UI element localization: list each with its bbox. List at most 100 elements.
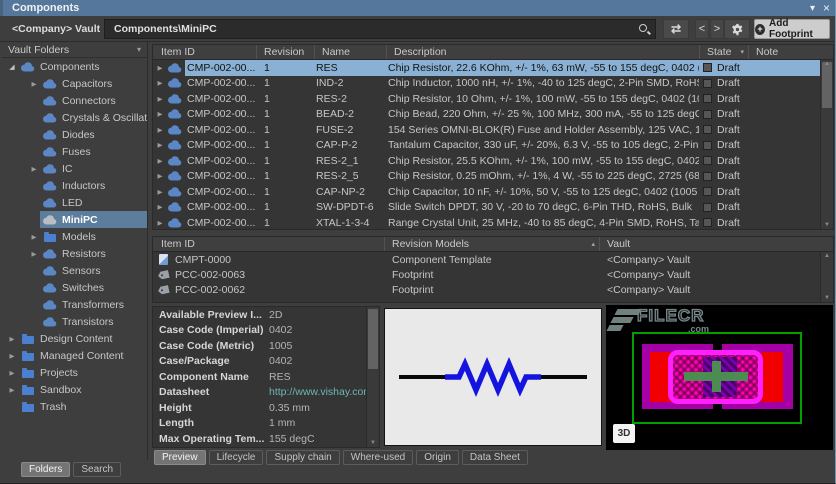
sidebar-item-capacitors[interactable]: ▶Capacitors: [2, 75, 147, 92]
expand-collapsed-icon[interactable]: ▶: [6, 369, 18, 377]
add-footprint-button[interactable]: + Add Footprint: [754, 19, 830, 39]
column-header-note[interactable]: Note: [748, 45, 833, 59]
column-header-description[interactable]: Description: [386, 45, 699, 59]
properties-scrollbar[interactable]: ▼: [366, 307, 379, 447]
scroll-down-icon[interactable]: ▼: [367, 440, 379, 446]
scroll-down-icon[interactable]: ▼: [821, 222, 833, 228]
state-checkbox[interactable]: [703, 125, 712, 134]
components-table-scrollbar[interactable]: ▲ ▼: [820, 60, 833, 229]
sidebar-item-sensors[interactable]: Sensors: [2, 262, 147, 279]
expand-collapsed-icon[interactable]: ▶: [155, 203, 165, 211]
table-row[interactable]: ▶CMP-002-00...1BEAD-2Chip Bead, 220 Ohm,…: [153, 107, 833, 123]
column-header-item-id[interactable]: Item ID: [153, 237, 384, 251]
expand-collapsed-icon[interactable]: ▶: [155, 126, 165, 134]
expand-collapsed-icon[interactable]: ▶: [155, 188, 165, 196]
expand-expanded-icon[interactable]: ◢: [6, 63, 18, 71]
scroll-down-icon[interactable]: ▼: [821, 295, 833, 301]
tab-preview[interactable]: Preview: [154, 450, 206, 465]
state-checkbox[interactable]: [703, 94, 712, 103]
state-checkbox[interactable]: [703, 141, 712, 150]
expand-collapsed-icon[interactable]: ▶: [155, 141, 165, 149]
expand-collapsed-icon[interactable]: ▶: [28, 80, 40, 88]
sidebar-item-ic[interactable]: ▶IC: [2, 160, 147, 177]
sidebar-item-led[interactable]: LED: [2, 194, 147, 211]
state-checkbox[interactable]: [703, 172, 712, 181]
models-table-scrollbar[interactable]: ▲ ▼: [820, 252, 833, 302]
state-checkbox[interactable]: [703, 203, 712, 212]
search-icon[interactable]: [639, 24, 647, 32]
sidebar-item-projects[interactable]: ▶Projects: [2, 364, 147, 381]
table-row[interactable]: ▶CMP-002-00...1RES-2_1Chip Resistor, 25.…: [153, 153, 833, 169]
forward-button[interactable]: >: [710, 19, 724, 39]
datasheet-link[interactable]: http://www.vishay.com,: [269, 386, 375, 398]
tab-where-used[interactable]: Where-used: [343, 450, 413, 465]
sidebar-item-diodes[interactable]: Diodes: [2, 126, 147, 143]
sidebar-item-transistors[interactable]: Transistors: [2, 313, 147, 330]
column-header-item-id[interactable]: Item ID: [153, 45, 256, 59]
tab-lifecycle[interactable]: Lifecycle: [209, 450, 264, 465]
state-checkbox[interactable]: [703, 218, 712, 227]
column-header-state[interactable]: State▾: [699, 45, 748, 59]
sidebar-item-minipc[interactable]: MiniPC: [2, 211, 147, 228]
table-row[interactable]: PCC-002-0062Footprint<Company> Vault: [153, 282, 833, 297]
panel-titlebar[interactable]: Components ▾ ×: [0, 0, 836, 16]
scrollbar-thumb[interactable]: [368, 309, 378, 369]
footprint-preview[interactable]: FILECR .com 3D: [606, 305, 833, 450]
state-checkbox[interactable]: [703, 79, 712, 88]
table-row[interactable]: ▶CMP-002-00...1XTAL-1-3-4Range Crystal U…: [153, 215, 833, 231]
tab-folders[interactable]: Folders: [21, 462, 70, 477]
sidebar-item-sandbox[interactable]: ▶Sandbox: [2, 381, 147, 398]
sidebar-item-connectors[interactable]: Connectors: [2, 92, 147, 109]
vault-folders-header[interactable]: Vault Folders ▾: [2, 42, 147, 58]
tab-origin[interactable]: Origin: [416, 450, 459, 465]
column-header-revision[interactable]: Revision: [256, 45, 314, 59]
scroll-up-icon[interactable]: ▲: [821, 253, 833, 259]
sidebar-item-transformers[interactable]: Transformers: [2, 296, 147, 313]
expand-collapsed-icon[interactable]: ▶: [6, 386, 18, 394]
table-row[interactable]: ▶CMP-002-00...1SW-DPDT-6Slide Switch DPD…: [153, 200, 833, 216]
sidebar-item-components[interactable]: ◢Components: [2, 58, 147, 75]
scroll-up-icon[interactable]: ▲: [821, 61, 833, 67]
table-row[interactable]: CMPT-0000Component Template<Company> Vau…: [153, 252, 833, 267]
tab-supply-chain[interactable]: Supply chain: [266, 450, 339, 465]
tab-search[interactable]: Search: [73, 462, 121, 477]
expand-collapsed-icon[interactable]: ▶: [155, 79, 165, 87]
panel-menu-chevron-icon[interactable]: ▾: [810, 3, 815, 14]
expand-collapsed-icon[interactable]: ▶: [28, 250, 40, 258]
table-row[interactable]: ▶CMP-002-00...1RES-2Chip Resistor, 10 Oh…: [153, 91, 833, 107]
vault-selector-dropdown[interactable]: <Company> Vault ▾: [6, 19, 115, 39]
expand-collapsed-icon[interactable]: ▶: [6, 335, 18, 343]
sidebar-item-switches[interactable]: Switches: [2, 279, 147, 296]
scrollbar-thumb[interactable]: [822, 62, 832, 108]
view-3d-button[interactable]: 3D: [613, 424, 635, 443]
state-checkbox[interactable]: [703, 187, 712, 196]
expand-collapsed-icon[interactable]: ▶: [155, 219, 165, 227]
sidebar-item-design-content[interactable]: ▶Design Content: [2, 330, 147, 347]
state-checkbox[interactable]: [703, 110, 712, 119]
table-row[interactable]: PCC-002-0063Footprint<Company> Vault: [153, 267, 833, 282]
refresh-button[interactable]: ⇄: [663, 19, 689, 39]
settings-button[interactable]: [724, 19, 750, 39]
table-row[interactable]: ▶CMP-002-00...1CAP-NP-2Chip Capacitor, 1…: [153, 184, 833, 200]
sidebar-item-resistors[interactable]: ▶Resistors: [2, 245, 147, 262]
expand-collapsed-icon[interactable]: ▶: [6, 352, 18, 360]
sidebar-item-models[interactable]: ▶Models: [2, 228, 147, 245]
expand-collapsed-icon[interactable]: ▶: [155, 157, 165, 165]
state-checkbox[interactable]: [703, 63, 712, 72]
expand-collapsed-icon[interactable]: ▶: [155, 172, 165, 180]
expand-collapsed-icon[interactable]: ▶: [155, 64, 165, 72]
column-header-name[interactable]: Name: [314, 45, 386, 59]
table-row[interactable]: ▶CMP-002-00...1RESChip Resistor, 22.6 KO…: [153, 60, 833, 76]
table-row[interactable]: ▶CMP-002-00...1RES-2_5Chip Resistor, 0.2…: [153, 169, 833, 185]
back-button[interactable]: <: [695, 19, 709, 39]
sidebar-item-fuses[interactable]: Fuses: [2, 143, 147, 160]
table-row[interactable]: ▶CMP-002-00...1CAP-P-2Tantalum Capacitor…: [153, 138, 833, 154]
breadcrumb-input[interactable]: Components\MiniPC: [104, 19, 656, 39]
state-checkbox[interactable]: [703, 156, 712, 165]
expand-collapsed-icon[interactable]: ▶: [155, 110, 165, 118]
sidebar-item-trash[interactable]: Trash: [2, 398, 147, 415]
table-row[interactable]: ▶CMP-002-00...1FUSE-2154 Series OMNI-BLO…: [153, 122, 833, 138]
expand-collapsed-icon[interactable]: ▶: [28, 233, 40, 241]
tab-data-sheet[interactable]: Data Sheet: [462, 450, 528, 465]
sidebar-item-managed-content[interactable]: ▶Managed Content: [2, 347, 147, 364]
